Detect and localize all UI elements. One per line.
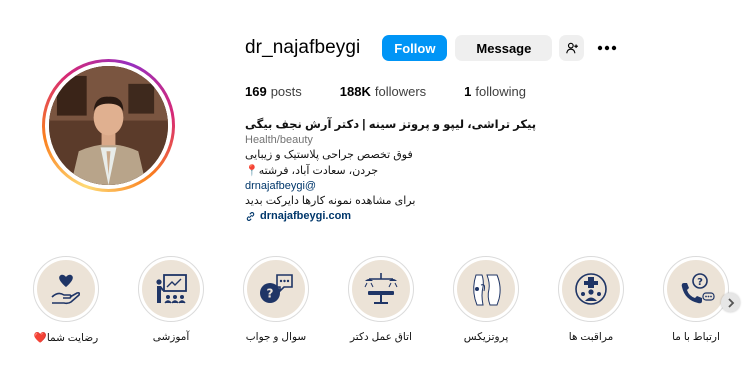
profile-bio: پیکر تراشی، لیپو و پروتز سینه | دکتر آرش… — [245, 118, 585, 224]
highlight-item[interactable]: پروتزیکس — [446, 256, 526, 343]
highlight-item[interactable]: آموزشی — [131, 256, 211, 343]
following-stat[interactable]: 1 following — [464, 84, 526, 99]
followers-stat[interactable]: 188K followers — [340, 84, 426, 99]
story-ring[interactable] — [42, 59, 175, 192]
category-label: Health/beauty — [245, 134, 313, 147]
svg-text:?: ? — [267, 287, 274, 301]
posts-count: 169 — [245, 84, 267, 99]
highlight-label: اتاق عمل دکتر — [350, 331, 412, 343]
highlight-cover — [142, 260, 200, 318]
followers-count: 188K — [339, 84, 371, 99]
mentioned-handle-link[interactable]: drnajafbeygi@ — [245, 179, 585, 194]
highlight-label: مراقبت ها — [568, 331, 614, 343]
followers-label: followers — [374, 84, 427, 99]
profile-stats: 169 posts 188K followers 1 following — [245, 84, 564, 99]
avatar-frame — [45, 62, 172, 189]
contact-phone-icon: ? — [681, 273, 715, 304]
bio-line-specialty: فوق تخصص جراحی پلاستیک و زیبایی — [245, 149, 413, 162]
surgery-lamp-icon — [364, 273, 398, 304]
highlight-label: پروتزیکس — [463, 331, 509, 343]
chevron-right-icon — [727, 297, 734, 308]
more-options-button[interactable] — [595, 35, 619, 61]
highlight-label: آموزشی — [152, 331, 190, 343]
highlight-ring — [453, 256, 519, 322]
highlight-cover — [352, 260, 410, 318]
following-count: 1 — [464, 84, 472, 99]
highlight-ring — [348, 256, 414, 322]
website-link[interactable]: drnajafbeygi.com — [245, 209, 585, 224]
username: dr_najafbeygi — [245, 37, 361, 58]
profile-header: dr_najafbeygi Follow Message — [245, 35, 619, 61]
suggest-accounts-button[interactable] — [559, 35, 585, 61]
highlight-cover — [457, 260, 515, 318]
question-chat-icon: ? — [260, 274, 293, 303]
avatar[interactable] — [49, 66, 168, 185]
link-icon — [246, 212, 255, 222]
svg-text:?: ? — [697, 277, 703, 288]
more-dots-icon — [598, 45, 617, 51]
bio-line-location: جردن، سعادت آباد، فرشته📍 — [245, 164, 379, 177]
highlight-item[interactable]: رضایت شما❤️ — [26, 256, 106, 344]
heart-hand-icon — [51, 274, 81, 305]
highlight-ring — [558, 256, 624, 322]
message-button[interactable]: Message — [455, 35, 553, 61]
highlight-item[interactable]: ? سوال و جواب — [236, 256, 316, 343]
medical-care-icon — [575, 273, 607, 305]
highlight-cover — [37, 260, 95, 318]
highlight-ring — [33, 256, 99, 322]
highlight-ring: ? — [243, 256, 309, 322]
body-contour-icon — [473, 274, 501, 306]
highlight-label: رضایت شما❤️ — [33, 332, 99, 344]
highlight-ring: ? — [663, 256, 729, 322]
bio-line-direct: برای مشاهده نمونه کارها دایرکت بدید — [245, 195, 416, 208]
highlights-next-button[interactable] — [721, 293, 740, 312]
website-text: drnajafbeygi.com — [260, 210, 352, 223]
following-label: following — [475, 84, 526, 99]
highlight-label: ارتباط با ما — [672, 331, 720, 343]
teaching-board-icon — [156, 274, 187, 304]
story-highlights: رضایت شما❤️ آموزشی ? سوال و جواب اتاق عم… — [0, 256, 746, 366]
highlight-cover — [562, 260, 620, 318]
profile-photo — [49, 66, 168, 185]
posts-stat: 169 posts — [245, 84, 302, 99]
follow-button[interactable]: Follow — [382, 35, 448, 61]
highlight-label: سوال و جواب — [245, 331, 307, 343]
highlight-item[interactable]: مراقبت ها — [551, 256, 631, 343]
highlight-item[interactable]: اتاق عمل دکتر — [341, 256, 421, 343]
full-name: پیکر تراشی، لیپو و پروتز سینه | دکتر آرش… — [245, 119, 537, 131]
highlight-ring — [138, 256, 204, 322]
person-add-icon — [566, 42, 578, 54]
posts-label: posts — [270, 84, 302, 99]
highlight-cover: ? — [247, 260, 305, 318]
highlight-cover: ? — [667, 260, 725, 318]
